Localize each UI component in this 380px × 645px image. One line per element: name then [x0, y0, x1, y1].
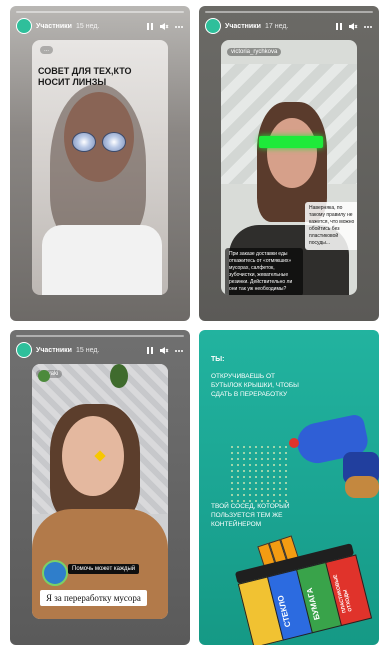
avocado-right-icon	[110, 364, 128, 388]
label-you: ТЫ:	[211, 356, 225, 363]
more-icon[interactable]	[363, 22, 373, 31]
white-coat	[42, 225, 162, 295]
more-icon[interactable]	[174, 346, 184, 355]
handle-tag: ...	[40, 46, 54, 54]
pause-icon[interactable]	[146, 346, 154, 355]
handle-tag: victoria_rychkova	[227, 48, 282, 56]
pause-icon[interactable]	[335, 22, 343, 31]
story-header: Участники 17 нед.	[205, 18, 373, 34]
mute-icon[interactable]	[348, 22, 358, 31]
more-icon[interactable]	[174, 22, 184, 31]
story-card: ... СОВЕТ ДЛЯ ТЕХ,КТО НОСИТ ЛИНЗЫ	[32, 40, 168, 295]
glasses-filter	[259, 136, 323, 148]
story-time: 15 нед.	[75, 346, 100, 354]
story-card: kalyaki Помочь может каждый Я за перераб…	[32, 364, 168, 619]
person-face	[267, 118, 317, 188]
avocado-left-icon	[38, 370, 50, 382]
story-time: 17 нед.	[264, 22, 289, 30]
tip-main: При заказе доставки еды откажитесь от «о…	[225, 248, 303, 295]
story-panel-1[interactable]: Участники 15 нед. ... СОВЕТ ДЛЯ ТЕХ,КТО …	[10, 6, 190, 321]
mute-icon[interactable]	[159, 22, 169, 31]
story-author[interactable]: Участники	[225, 23, 261, 30]
avatar[interactable]	[205, 18, 221, 34]
story-header: Участники 15 нед.	[16, 18, 184, 34]
meme-bottom-text: ТВОЙ СОСЕД, КОТОРЫЙ ПОЛЬЗУЕТСЯ ТЕМ ЖЕ КО…	[211, 503, 290, 528]
glasses-filter	[72, 132, 126, 152]
story-card: victoria_rychkova Наверняка, по такому п…	[221, 40, 357, 295]
story-panel-3[interactable]: Участники 15 нед. kalyaki Помочь может к…	[10, 330, 190, 645]
pause-icon[interactable]	[146, 22, 154, 31]
help-badge: Помочь может каждый	[68, 564, 140, 574]
story-panel-2[interactable]: Участники 17 нед. victoria_rychkova Наве…	[199, 6, 379, 321]
mute-icon[interactable]	[159, 346, 169, 355]
story-time: 15 нед.	[75, 22, 100, 30]
avatar[interactable]	[16, 342, 32, 358]
story-progress-bar	[16, 11, 184, 13]
meme-panel[interactable]: ТЫ: ОТКРУЧИВАЕШЬ ОТ БУТЫЛОК КРЫШКИ, ЧТОБ…	[199, 330, 379, 645]
meme-top-text: ОТКРУЧИВАЕШЬ ОТ БУТЫЛОК КРЫШКИ, ЧТОБЫ СД…	[211, 373, 299, 398]
story-progress-bar	[205, 11, 373, 13]
story-header: Участники 15 нед.	[16, 342, 184, 358]
recycling-bins: СТЕКЛО БУМАГА ПЛАСТИКОВЫЕ ОТХОДЫ	[234, 542, 375, 645]
avatar[interactable]	[16, 18, 32, 34]
dot-pattern	[229, 444, 289, 504]
person-face	[62, 416, 124, 496]
story-author[interactable]: Участники	[36, 23, 72, 30]
tip-small: Наверняка, по такому правилу не кажется,…	[305, 202, 357, 250]
globe-sticker-icon	[42, 560, 68, 586]
glove-hand-illustration	[283, 413, 379, 504]
story-author[interactable]: Участники	[36, 347, 72, 354]
hair	[50, 84, 146, 244]
story-progress-bar	[16, 335, 184, 337]
caption-sticker: Я за переработку мусора	[40, 590, 147, 606]
